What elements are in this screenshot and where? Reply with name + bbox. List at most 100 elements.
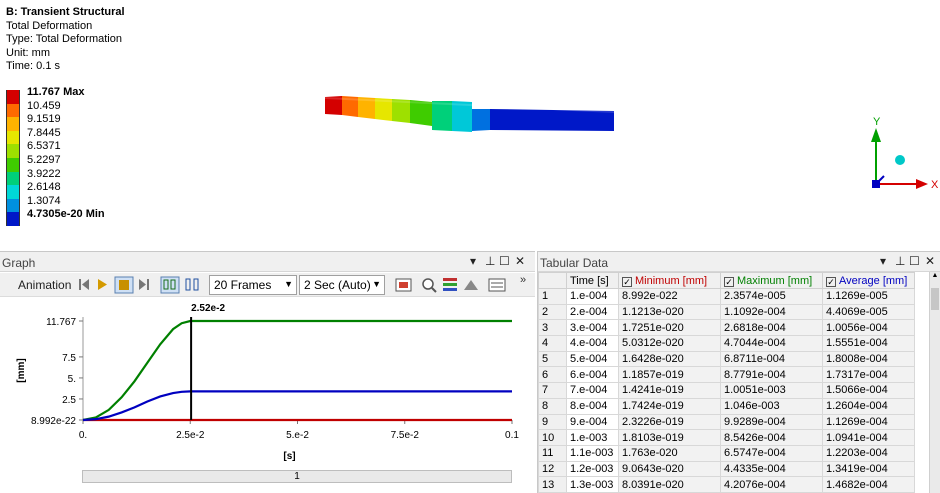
table-row[interactable]: 12 1.2e-003 9.0643e-020 4.4335e-004 1.3419e-…: [538, 460, 915, 478]
minimum-cell: 1.8103e-019: [618, 429, 721, 446]
y-tick-label: 8.992e-22: [31, 416, 76, 427]
last-frame-icon[interactable]: [138, 276, 150, 294]
average-cell: 1.2604e-004: [822, 397, 915, 415]
series-line-2: [82, 319, 512, 422]
scroll-up-icon[interactable]: ▲: [930, 272, 940, 284]
table-row[interactable]: 11 1.1e-003 1.763e-020 6.5747e-004 1.2203e-0…: [538, 444, 915, 462]
graph-panel: Graph ▾ ⊥ ☐ ✕ Animation 20 Frames ▼ 2 Sec…: [0, 251, 535, 493]
coordinate-triad[interactable]: Y X: [860, 114, 940, 204]
play-icon[interactable]: [96, 276, 108, 294]
beam-model[interactable]: [0, 0, 940, 248]
overflow-chevron-icon[interactable]: »: [520, 274, 526, 292]
average-checkbox[interactable]: ✓: [826, 276, 836, 287]
average-cell: 1.2203e-004: [822, 444, 915, 462]
table-row[interactable]: 7 7.e-004 1.4241e-019 1.0051e-003 1.5066e-00…: [538, 382, 915, 399]
maximum-cell: 1.046e-003: [720, 397, 823, 415]
probe-icon[interactable]: [462, 276, 480, 294]
pin-icon[interactable]: ⊥: [485, 254, 495, 268]
3d-viewport[interactable]: B: Transient Structural Total Deformatio…: [0, 0, 940, 248]
minimum-column-header[interactable]: ✓ Minimum [mm]: [618, 272, 721, 289]
series-line-3: [82, 390, 512, 422]
maximum-checkbox[interactable]: ✓: [724, 276, 734, 287]
row-number-cell: 5: [538, 350, 567, 368]
pin-icon[interactable]: ⊥: [895, 254, 905, 268]
table-vertical-scrollbar[interactable]: ▲: [929, 272, 940, 493]
row-number-cell: 1: [538, 288, 567, 305]
duration-select[interactable]: 2 Sec (Auto) ▼: [299, 275, 385, 295]
maximum-cell: 1.1092e-004: [720, 303, 823, 321]
minimum-header-label: Minimum [mm]: [635, 274, 708, 287]
table-row[interactable]: 1 1.e-004 8.992e-022 2.3574e-005 1.1269e-005: [538, 288, 915, 305]
maximum-cell: 8.5426e-004: [720, 429, 823, 446]
x-tick-label: 5.e-2: [286, 430, 309, 441]
row-number-cell: 6: [538, 366, 567, 384]
scroll-thumb[interactable]: [931, 288, 939, 310]
chevron-down-icon: ▼: [372, 279, 381, 289]
time-cursor-label: 2.52e-2: [191, 303, 225, 314]
maximize-icon[interactable]: ☐: [909, 254, 920, 268]
first-frame-icon[interactable]: [78, 276, 90, 294]
maximum-cell: 2.3574e-005: [720, 288, 823, 305]
time-cell: 2.e-004: [566, 303, 619, 321]
export-video-icon[interactable]: [395, 276, 413, 294]
maximum-column-header[interactable]: ✓ Maximum [mm]: [720, 272, 823, 289]
table-row[interactable]: 6 6.e-004 1.1857e-019 8.7791e-004 1.7317e-00…: [538, 366, 915, 384]
dropdown-icon[interactable]: ▾: [470, 254, 476, 268]
average-column-header[interactable]: ✓ Average [mm]: [822, 272, 915, 289]
table-row[interactable]: 9 9.e-004 2.3226e-019 9.9289e-004 1.1269e-00…: [538, 413, 915, 431]
time-cell: 5.e-004: [566, 350, 619, 368]
maximize-icon[interactable]: ☐: [499, 254, 510, 268]
isometric-ball-icon[interactable]: [895, 155, 905, 165]
distributed-frames-icon[interactable]: [160, 276, 180, 294]
average-cell: 1.1269e-005: [822, 288, 915, 305]
duration-select-value: 2 Sec (Auto): [304, 278, 371, 292]
graph-title: Graph: [2, 256, 36, 270]
table-title: Tabular Data: [540, 256, 609, 270]
table-row[interactable]: 4 4.e-004 5.0312e-020 4.7044e-004 1.5551e-00…: [538, 335, 915, 352]
beam-segment-9: [472, 109, 490, 131]
deformation-chart[interactable]: 8.992e-22 2.5 5. 7.5 11.767 0. 2.5e-2 5.e-2 7.5e…: [0, 298, 535, 470]
frame-scrollbar[interactable]: 1: [82, 470, 512, 483]
table-row[interactable]: 13 1.3e-003 8.0391e-020 4.2076e-004 1.4682e-…: [538, 476, 915, 493]
time-cell: 1.3e-003: [566, 476, 619, 493]
contour-settings-icon[interactable]: [441, 276, 459, 294]
minimum-cell: 9.0643e-020: [618, 460, 721, 478]
average-cell: 1.5066e-004: [822, 382, 915, 399]
table-row[interactable]: 10 1.e-003 1.8103e-019 8.5426e-004 1.0941e-0…: [538, 429, 915, 446]
y-tick-label: 5.: [68, 374, 76, 385]
maximum-cell: 8.7791e-004: [720, 366, 823, 384]
table-row[interactable]: 2 2.e-004 1.1213e-020 1.1092e-004 4.4069e-00…: [538, 303, 915, 321]
close-icon[interactable]: ✕: [515, 254, 525, 268]
table-row[interactable]: 5 5.e-004 1.6428e-020 6.8711e-004 1.8008e-00…: [538, 350, 915, 368]
x-axis-arrow: [916, 179, 928, 189]
row-number-cell: 10: [538, 429, 567, 446]
frames-select[interactable]: 20 Frames ▼: [209, 275, 297, 295]
chart-options-icon[interactable]: [488, 276, 506, 294]
stop-icon[interactable]: [114, 276, 134, 294]
maximum-header-label: Maximum [mm]: [737, 274, 813, 287]
time-cell: 1.e-004: [566, 288, 619, 305]
minimum-cell: 8.992e-022: [618, 288, 721, 305]
dropdown-icon[interactable]: ▾: [880, 254, 886, 268]
time-column-header[interactable]: Time [s]: [566, 272, 619, 289]
tabular-data-table[interactable]: Time [s] ✓ Minimum [mm] ✓ Maximum [mm] ✓ Av…: [538, 272, 915, 493]
time-cell: 1.1e-003: [566, 444, 619, 462]
graph-title-bar: Graph ▾ ⊥ ☐ ✕: [0, 252, 535, 272]
minimum-checkbox[interactable]: ✓: [622, 276, 632, 287]
x-tick-label: 0.1: [505, 430, 519, 441]
table-title-bar: Tabular Data ▾ ⊥ ☐ ✕: [538, 252, 940, 272]
time-cell: 3.e-004: [566, 319, 619, 337]
close-icon[interactable]: ✕: [925, 254, 935, 268]
time-cell: 9.e-004: [566, 413, 619, 431]
y-tick-label: 7.5: [62, 353, 76, 364]
maximum-cell: 4.4335e-004: [720, 460, 823, 478]
average-cell: 1.4682e-004: [822, 476, 915, 493]
table-row[interactable]: 3 3.e-004 1.7251e-020 2.6818e-004 1.0056e-00…: [538, 319, 915, 337]
time-cell: 7.e-004: [566, 382, 619, 399]
table-row[interactable]: 8 8.e-004 1.7424e-019 1.046e-003 1.2604e-004: [538, 397, 915, 415]
average-header-label: Average [mm]: [839, 274, 908, 287]
result-sets-icon[interactable]: [184, 276, 202, 294]
row-number-cell: 13: [538, 476, 567, 493]
zoom-icon[interactable]: [420, 276, 438, 294]
minimum-cell: 8.0391e-020: [618, 476, 721, 493]
